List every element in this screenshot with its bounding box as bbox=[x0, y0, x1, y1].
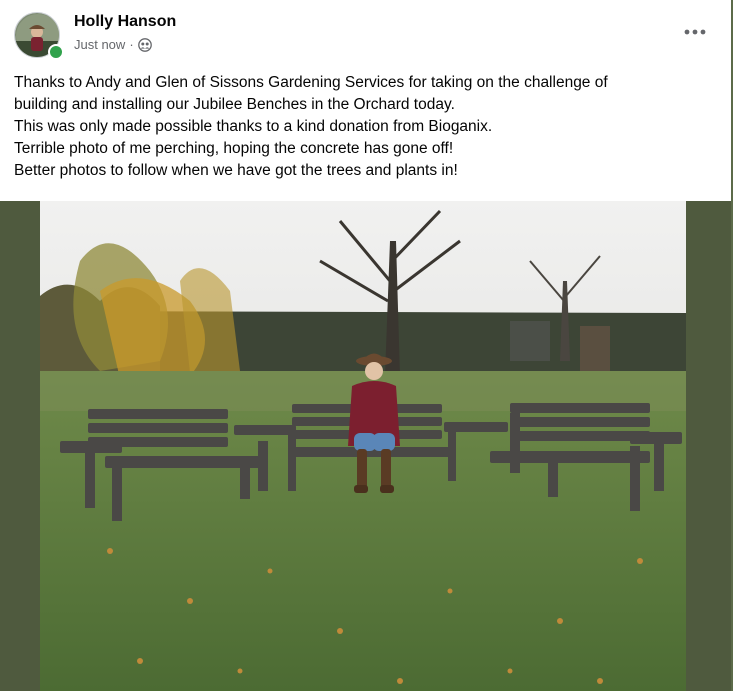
post-photo[interactable] bbox=[40, 201, 686, 691]
post-line-1: Thanks to Andy and Glen of Sissons Garde… bbox=[14, 74, 608, 91]
post-line-2: building and installing our Jubilee Benc… bbox=[14, 96, 455, 113]
friends-icon[interactable] bbox=[137, 37, 152, 52]
meta-separator: · bbox=[129, 37, 134, 52]
post-line-5: Better photos to follow when we have got… bbox=[14, 162, 458, 179]
post-meta: Just now · bbox=[74, 37, 152, 52]
post-line-4: Terrible photo of me perching, hoping th… bbox=[14, 140, 454, 157]
post-header: Holly Hanson Just now · bbox=[0, 0, 733, 64]
more-options-button[interactable] bbox=[679, 20, 711, 44]
author-name[interactable]: Holly Hanson bbox=[74, 13, 176, 31]
post-message: Thanks to Andy and Glen of Sissons Garde… bbox=[14, 72, 714, 182]
online-status-icon bbox=[48, 44, 64, 60]
post-line-3: This was only made possible thanks to a … bbox=[14, 118, 493, 135]
post-card: Holly Hanson Just now · Thanks to Andy a bbox=[0, 0, 733, 691]
more-horizontal-icon bbox=[684, 29, 706, 35]
post-timestamp[interactable]: Just now bbox=[74, 37, 125, 52]
photo-frame bbox=[0, 201, 733, 691]
